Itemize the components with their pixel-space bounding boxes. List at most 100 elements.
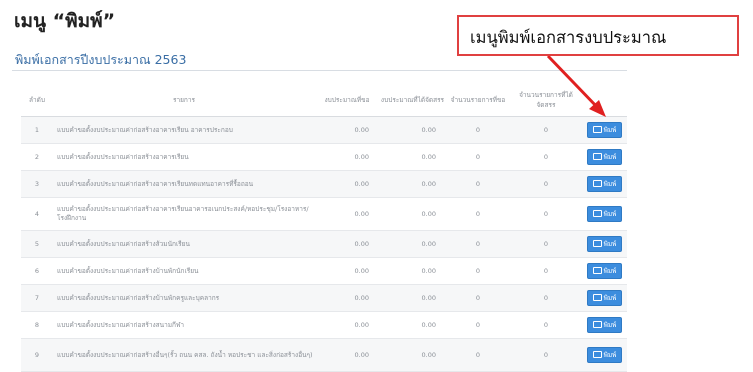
- header-name: รายการ: [53, 83, 315, 117]
- printer-icon: [592, 125, 602, 133]
- row-name: แบบคำขอตั้งงบประมาณค่าก่อสร้างบ้านพักนัก…: [53, 257, 315, 285]
- table-header-row: ลำดับ รายการ งบประมาณที่ขอ งบประมาณที่ได…: [21, 83, 627, 117]
- header-budget-requested: งบประมาณที่ขอ: [315, 83, 379, 117]
- table-row: 7 แบบคำขอตั้งงบประมาณค่าก่อสร้างบ้านพักคร…: [21, 284, 627, 312]
- divider: [12, 70, 627, 71]
- row-items-requested: 0: [446, 311, 510, 339]
- print-button[interactable]: พิมพ์: [587, 317, 622, 333]
- row-budget-requested: 0.00: [315, 230, 379, 258]
- row-name: แบบคำขอตั้งงบประมาณค่าก่อสร้างบ้านพักครู…: [53, 284, 315, 312]
- table-row: 8 แบบคำขอตั้งงบประมาณค่าก่อสร้างสนามกีฬา 0…: [21, 311, 627, 339]
- row-action: พิมพ์: [582, 116, 627, 144]
- row-items-allocated: 0: [510, 311, 582, 339]
- table-row: 1 แบบคำขอตั้งงบประมาณค่าก่อสร้างอาคารเรีย…: [21, 116, 627, 144]
- row-action: พิมพ์: [582, 170, 627, 198]
- row-number: 9: [21, 338, 53, 372]
- row-name: แบบคำขอตั้งงบประมาณค่าก่อสร้างส้วมนักเรี…: [53, 230, 315, 258]
- row-items-requested: 0: [446, 257, 510, 285]
- table-row: 6 แบบคำขอตั้งงบประมาณค่าก่อสร้างบ้านพักนั…: [21, 257, 627, 285]
- row-name: แบบคำขอตั้งงบประมาณค่าก่อสร้างอาคารเรียน…: [53, 116, 315, 144]
- row-budget-allocated: 0.00: [379, 197, 446, 231]
- print-button-label: พิมพ์: [603, 153, 617, 161]
- row-number: 2: [21, 143, 53, 171]
- printer-icon: [592, 209, 602, 217]
- printer-icon: [592, 266, 602, 274]
- row-name: แบบคำขอตั้งงบประมาณค่าก่อสร้างอาคารเรียน: [53, 143, 315, 171]
- row-budget-requested: 0.00: [315, 284, 379, 312]
- printer-icon: [592, 152, 602, 160]
- row-items-requested: 0: [446, 116, 510, 144]
- header-budget-allocated: งบประมาณที่ได้จัดสรร: [379, 83, 446, 117]
- table-row: 9 แบบคำขอตั้งงบประมาณค่าก่อสร้างอื่นๆ(รั้…: [21, 338, 627, 372]
- row-budget-allocated: 0.00: [379, 116, 446, 144]
- print-button-label: พิมพ์: [603, 210, 617, 218]
- slide-title: เมนู “พิมพ์”: [14, 10, 116, 32]
- header-no: ลำดับ: [21, 83, 53, 117]
- row-number: 4: [21, 197, 53, 231]
- row-budget-requested: 0.00: [315, 257, 379, 285]
- print-button[interactable]: พิมพ์: [587, 149, 622, 165]
- printer-icon: [592, 179, 602, 187]
- row-action: พิมพ์: [582, 143, 627, 171]
- row-action: พิมพ์: [582, 311, 627, 339]
- printer-icon: [592, 239, 602, 247]
- table-row: 4 แบบคำขอตั้งงบประมาณค่าก่อสร้างอาคารเรีย…: [21, 197, 627, 231]
- print-button[interactable]: พิมพ์: [587, 236, 622, 252]
- table-row: 5 แบบคำขอตั้งงบประมาณค่าก่อสร้างส้วมนักเร…: [21, 230, 627, 258]
- row-number: 5: [21, 230, 53, 258]
- row-budget-allocated: 0.00: [379, 170, 446, 198]
- print-button[interactable]: พิมพ์: [587, 263, 622, 279]
- print-button-label: พิมพ์: [603, 126, 617, 134]
- print-button-label: พิมพ์: [603, 180, 617, 188]
- header-action: [582, 83, 627, 117]
- budget-print-panel: พิมพ์เอกสารปีงบประมาณ 2563 ลำดับ รายการ …: [12, 40, 627, 372]
- row-action: พิมพ์: [582, 197, 627, 231]
- row-budget-requested: 0.00: [315, 170, 379, 198]
- row-budget-requested: 0.00: [315, 338, 379, 372]
- print-button-label: พิมพ์: [603, 240, 617, 248]
- table-row: 2 แบบคำขอตั้งงบประมาณค่าก่อสร้างอาคารเรีย…: [21, 143, 627, 171]
- row-budget-requested: 0.00: [315, 116, 379, 144]
- budget-table: ลำดับ รายการ งบประมาณที่ขอ งบประมาณที่ได…: [21, 83, 627, 372]
- row-budget-allocated: 0.00: [379, 230, 446, 258]
- print-button[interactable]: พิมพ์: [587, 206, 622, 222]
- row-name: แบบคำขอตั้งงบประมาณค่าก่อสร้างอาคารเรียน…: [53, 197, 315, 231]
- print-button-label: พิมพ์: [603, 267, 617, 275]
- printer-icon: [592, 293, 602, 301]
- row-name: แบบคำขอตั้งงบประมาณค่าก่อสร้างอาคารเรียน…: [53, 170, 315, 198]
- print-button-label: พิมพ์: [603, 351, 617, 359]
- row-items-allocated: 0: [510, 284, 582, 312]
- printer-icon: [592, 320, 602, 328]
- print-button-label: พิมพ์: [603, 321, 617, 329]
- row-budget-allocated: 0.00: [379, 284, 446, 312]
- panel-title: พิมพ์เอกสารปีงบประมาณ 2563: [15, 52, 187, 67]
- row-items-requested: 0: [446, 230, 510, 258]
- row-budget-requested: 0.00: [315, 143, 379, 171]
- printer-icon: [592, 350, 602, 358]
- print-button[interactable]: พิมพ์: [587, 290, 622, 306]
- row-budget-allocated: 0.00: [379, 338, 446, 372]
- print-button-label: พิมพ์: [603, 294, 617, 302]
- row-number: 3: [21, 170, 53, 198]
- row-items-allocated: 0: [510, 257, 582, 285]
- row-items-requested: 0: [446, 170, 510, 198]
- row-number: 1: [21, 116, 53, 144]
- row-items-requested: 0: [446, 284, 510, 312]
- row-budget-requested: 0.00: [315, 311, 379, 339]
- row-items-allocated: 0: [510, 230, 582, 258]
- print-button[interactable]: พิมพ์: [587, 122, 622, 138]
- print-button[interactable]: พิมพ์: [587, 176, 622, 192]
- row-budget-allocated: 0.00: [379, 143, 446, 171]
- row-number: 6: [21, 257, 53, 285]
- print-button[interactable]: พิมพ์: [587, 347, 622, 363]
- header-items-allocated: จำนวนรายการที่ได้จัดสรร: [510, 83, 582, 117]
- row-items-requested: 0: [446, 197, 510, 231]
- row-items-allocated: 0: [510, 197, 582, 231]
- row-action: พิมพ์: [582, 284, 627, 312]
- row-name: แบบคำขอตั้งงบประมาณค่าก่อสร้างสนามกีฬา: [53, 311, 315, 339]
- row-number: 7: [21, 284, 53, 312]
- row-items-allocated: 0: [510, 116, 582, 144]
- row-items-allocated: 0: [510, 170, 582, 198]
- row-budget-allocated: 0.00: [379, 311, 446, 339]
- row-name: แบบคำขอตั้งงบประมาณค่าก่อสร้างอื่นๆ(รั้ว…: [53, 338, 315, 372]
